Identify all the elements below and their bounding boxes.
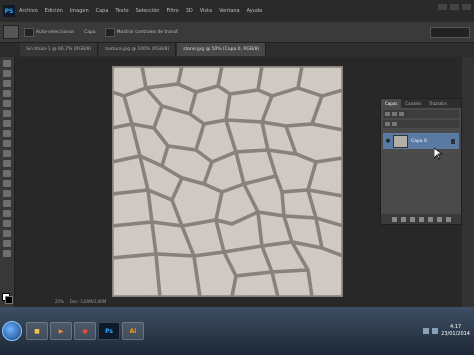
layers-panel: Capas Canales Trazados ● Capa 0 bbox=[380, 98, 462, 225]
menu-edit[interactable]: Edición bbox=[45, 8, 63, 14]
tab-paths[interactable]: Trazados bbox=[425, 101, 451, 106]
windows-taskbar: ■ ▶ ● Ps Ai 4:17 23/01/2014 bbox=[0, 307, 474, 355]
crop-tool-icon[interactable] bbox=[3, 100, 11, 107]
menu-filter[interactable]: Filtro bbox=[166, 8, 178, 14]
tab-channels[interactable]: Canales bbox=[401, 101, 425, 106]
background-color-swatch[interactable] bbox=[5, 296, 13, 304]
stamp-tool-icon[interactable] bbox=[3, 140, 11, 147]
filter-pixel-icon[interactable] bbox=[392, 112, 397, 116]
layer-name[interactable]: Capa 0 bbox=[411, 139, 427, 144]
explorer-taskbar-icon[interactable]: ■ bbox=[26, 322, 48, 340]
move-tool-preset-icon[interactable] bbox=[3, 25, 19, 39]
new-layer-icon[interactable] bbox=[436, 216, 442, 222]
menu-file[interactable]: Archivo bbox=[19, 8, 38, 14]
move-tool-icon[interactable] bbox=[3, 60, 11, 67]
hand-tool-icon[interactable] bbox=[3, 240, 11, 247]
doc-size: Doc: 3,00M/3,00M bbox=[69, 298, 107, 304]
auto-select-label: Auto-seleccionar: bbox=[36, 29, 76, 35]
history-brush-tool-icon[interactable] bbox=[3, 150, 11, 157]
menu-bar: PS Archivo Edición Imagen Capa Texto Sel… bbox=[0, 0, 474, 22]
layer-thumbnail bbox=[393, 134, 408, 148]
filter-kind-icon[interactable] bbox=[385, 112, 390, 116]
volume-icon[interactable] bbox=[432, 328, 439, 334]
doc-tab-2[interactable]: textura.jpg @ 100% (RGB/8) bbox=[99, 43, 177, 56]
menu-3d[interactable]: 3D bbox=[186, 8, 193, 14]
eraser-tool-icon[interactable] bbox=[3, 160, 11, 167]
photoshop-taskbar-icon[interactable]: Ps bbox=[98, 322, 120, 340]
maximize-button[interactable] bbox=[450, 4, 459, 10]
show-transform-label: Mostrar controles de transf. bbox=[116, 29, 179, 35]
opacity-field[interactable] bbox=[392, 122, 397, 126]
path-select-tool-icon[interactable] bbox=[3, 220, 11, 227]
link-icon[interactable] bbox=[391, 216, 397, 222]
minimize-button[interactable] bbox=[438, 4, 447, 10]
auto-select-target-value: Capa bbox=[84, 29, 96, 35]
type-tool-icon[interactable] bbox=[3, 210, 11, 217]
shape-tool-icon[interactable] bbox=[3, 230, 11, 237]
auto-select-checkbox[interactable] bbox=[24, 27, 34, 37]
trash-icon[interactable] bbox=[445, 216, 451, 222]
panel-dock bbox=[462, 57, 474, 307]
zoom-level[interactable]: 25% bbox=[55, 299, 64, 304]
quick-select-tool-icon[interactable] bbox=[3, 90, 11, 97]
lasso-tool-icon[interactable] bbox=[3, 80, 11, 87]
options-bar: Auto-seleccionar: Capa Mostrar controles… bbox=[0, 22, 474, 43]
photoshop-logo-icon: PS bbox=[3, 5, 15, 17]
layers-panel-tabs: Capas Canales Trazados bbox=[381, 99, 461, 108]
menu-layer[interactable]: Capa bbox=[96, 8, 109, 14]
workspace-switcher[interactable] bbox=[430, 26, 470, 38]
media-player-taskbar-icon[interactable]: ▶ bbox=[50, 322, 72, 340]
folder-icon[interactable] bbox=[427, 216, 433, 222]
lock-icon bbox=[451, 138, 455, 144]
menu-help[interactable]: Ayuda bbox=[247, 8, 262, 14]
blur-tool-icon[interactable] bbox=[3, 180, 11, 187]
status-bar: 25% Doc: 3,00M/3,00M bbox=[55, 297, 175, 305]
healing-tool-icon[interactable] bbox=[3, 120, 11, 127]
network-icon[interactable] bbox=[423, 328, 430, 334]
doc-tab-1[interactable]: Sin título-1 @ 66,7% (RGB/8) bbox=[20, 43, 99, 56]
system-tray: 4:17 23/01/2014 bbox=[423, 324, 470, 338]
menu-type[interactable]: Texto bbox=[115, 8, 128, 14]
browser-taskbar-icon[interactable]: ● bbox=[74, 322, 96, 340]
show-transform-checkbox[interactable] bbox=[104, 27, 115, 37]
blend-mode-dropdown[interactable] bbox=[385, 122, 390, 126]
menu-window[interactable]: Ventana bbox=[219, 8, 240, 14]
layer-row-selected[interactable]: ● Capa 0 bbox=[383, 133, 459, 149]
window-controls bbox=[438, 4, 471, 10]
stone-texture-image bbox=[112, 66, 343, 297]
clock[interactable]: 4:17 23/01/2014 bbox=[441, 324, 470, 338]
adjustment-icon[interactable] bbox=[418, 216, 424, 222]
layer-filter-row bbox=[383, 110, 459, 118]
close-button[interactable] bbox=[462, 4, 471, 10]
eyedropper-tool-icon[interactable] bbox=[3, 110, 11, 117]
illustrator-taskbar-icon[interactable]: Ai bbox=[122, 322, 144, 340]
menu-image[interactable]: Imagen bbox=[70, 8, 89, 14]
mask-icon[interactable] bbox=[409, 216, 415, 222]
blend-mode-row bbox=[383, 120, 459, 128]
visibility-eye-icon[interactable]: ● bbox=[385, 138, 391, 144]
pen-tool-icon[interactable] bbox=[3, 200, 11, 207]
dodge-tool-icon[interactable] bbox=[3, 190, 11, 197]
filter-adjust-icon[interactable] bbox=[399, 112, 404, 116]
clock-date: 23/01/2014 bbox=[441, 331, 470, 337]
tab-layers[interactable]: Capas bbox=[381, 99, 402, 108]
clock-time: 4:17 bbox=[449, 324, 462, 330]
auto-select-option[interactable]: Auto-seleccionar: bbox=[24, 27, 76, 37]
fx-icon[interactable] bbox=[400, 216, 406, 222]
zoom-tool-icon[interactable] bbox=[3, 250, 11, 257]
document-tabs: Sin título-1 @ 66,7% (RGB/8) textura.jpg… bbox=[20, 43, 474, 57]
tools-panel bbox=[0, 57, 15, 307]
auto-select-target-dropdown[interactable]: Capa bbox=[84, 30, 96, 35]
brush-tool-icon[interactable] bbox=[3, 130, 11, 137]
gradient-tool-icon[interactable] bbox=[3, 170, 11, 177]
show-transform-option[interactable]: Mostrar controles de transf. bbox=[104, 27, 179, 37]
menu-view[interactable]: Vista bbox=[200, 8, 212, 14]
marquee-tool-icon[interactable] bbox=[3, 70, 11, 77]
start-button-icon[interactable] bbox=[2, 321, 22, 341]
stone-texture-canvas[interactable] bbox=[112, 66, 343, 297]
menu-select[interactable]: Selección bbox=[136, 8, 160, 14]
layers-panel-footer bbox=[381, 214, 461, 224]
doc-tab-active[interactable]: stone.jpg @ 50% (Capa 0, RGB/8) bbox=[177, 43, 267, 56]
